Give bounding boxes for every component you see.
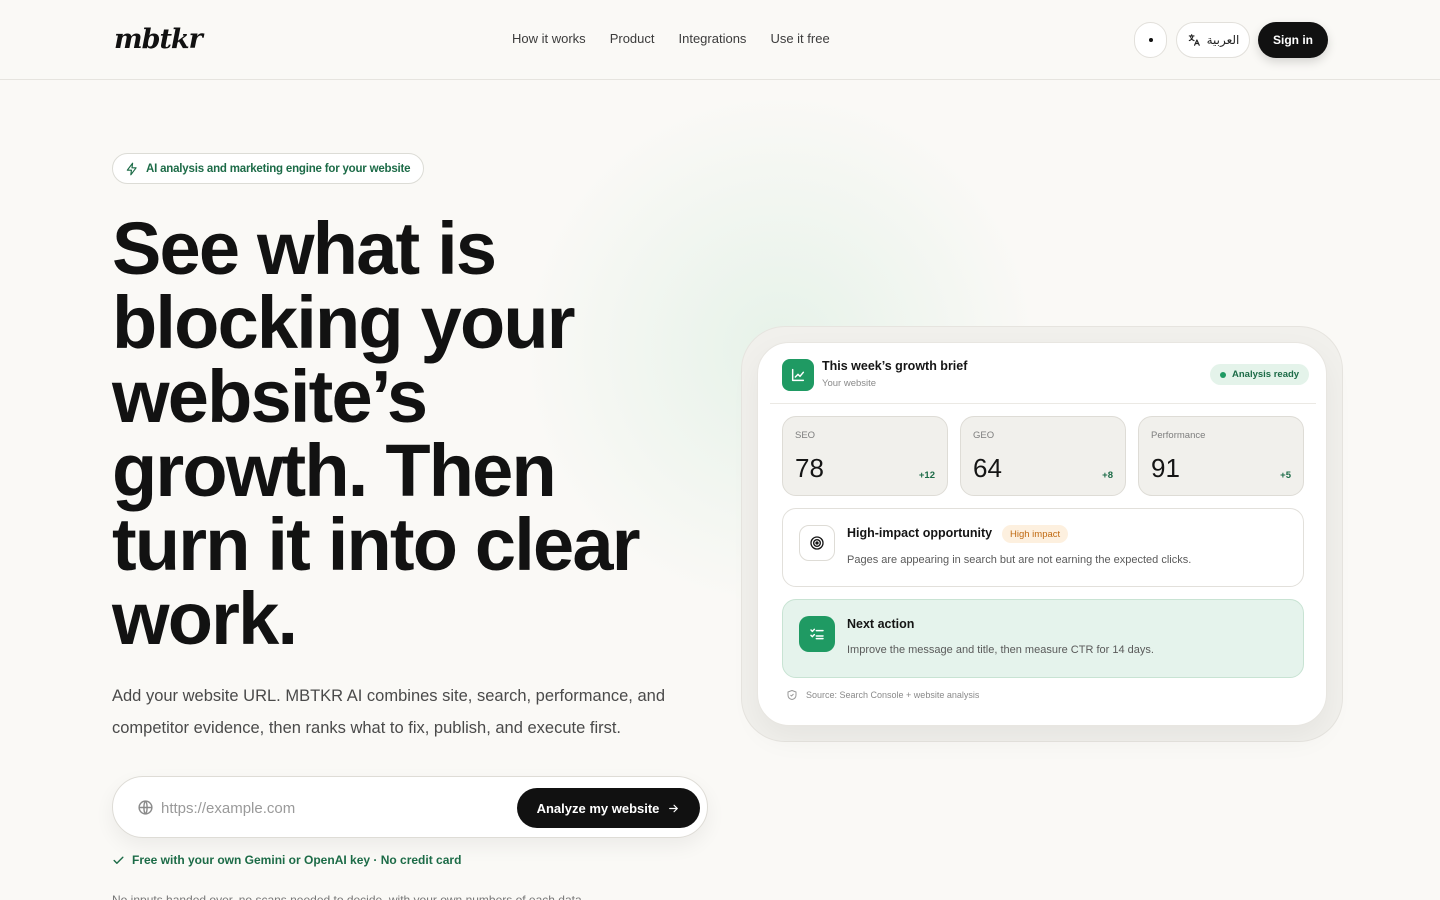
- opportunity-title: High-impact opportunity: [847, 526, 993, 540]
- nav-product[interactable]: Product: [610, 31, 655, 46]
- impact-badge: High impact: [1002, 525, 1069, 543]
- analyze-website-button[interactable]: Analyze my website: [517, 788, 700, 828]
- globe-icon: [138, 800, 153, 815]
- next-action-title: Next action: [847, 617, 915, 631]
- hero-footnote: No inputs handed over, no scans needed t…: [112, 893, 582, 900]
- bolt-icon: [126, 162, 137, 175]
- check-icon: [113, 856, 124, 864]
- free-note-text: Free with your own Gemini or OpenAI key …: [132, 853, 462, 867]
- site-header: mbtkr How it works Product Integrations …: [0, 0, 1440, 80]
- card-divider: [770, 403, 1316, 404]
- hero-headline: See what is blocking your website’s grow…: [112, 207, 641, 660]
- status-badge-label: Analysis ready: [1232, 369, 1300, 380]
- checklist-icon: [799, 616, 835, 652]
- opportunity-description: Pages are appearing in search but are no…: [847, 554, 1192, 566]
- metric-label: SEO: [795, 430, 816, 441]
- metric-seo: SEO 78 +12: [782, 416, 948, 496]
- shield-icon: [787, 690, 797, 700]
- card-title: This week’s growth brief: [822, 359, 968, 373]
- chart-icon: [782, 359, 814, 391]
- card-subtitle: Your website: [822, 378, 877, 389]
- url-form: Analyze my website: [112, 776, 708, 838]
- main-nav: How it works Product Integrations Use it…: [512, 31, 830, 46]
- theme-toggle-button[interactable]: [1134, 22, 1167, 58]
- status-badge: Analysis ready: [1210, 364, 1310, 385]
- status-dot-icon: [1220, 371, 1226, 378]
- hero-subtext: Add your website URL. MBTKR AI combines …: [112, 687, 665, 737]
- next-action-box: Next action Improve the message and titl…: [782, 599, 1304, 678]
- metric-delta: +8: [1102, 470, 1113, 481]
- nav-how-it-works[interactable]: How it works: [512, 31, 586, 46]
- source-note: Source: Search Console + website analysi…: [786, 689, 979, 701]
- target-icon: [799, 525, 835, 561]
- metric-geo: GEO 64 +8: [960, 416, 1126, 496]
- next-action-description: Improve the message and title, then meas…: [847, 644, 1154, 656]
- free-note: Free with your own Gemini or OpenAI key …: [112, 853, 461, 867]
- growth-brief-card: This week’s growth brief Your website An…: [757, 342, 1327, 726]
- metric-delta: +12: [918, 470, 935, 481]
- analyze-button-label: Analyze my website: [536, 800, 660, 816]
- arrow-right-icon: [669, 804, 679, 812]
- language-label: العربية: [1206, 33, 1240, 47]
- sign-in-button[interactable]: Sign in: [1258, 22, 1328, 58]
- metric-label: GEO: [973, 430, 995, 441]
- metric-value: 64: [973, 453, 1002, 483]
- metric-value: 78: [795, 453, 824, 483]
- dot-icon: [1148, 38, 1153, 42]
- metric-label: Performance: [1151, 430, 1206, 441]
- metric-performance: Performance 91 +5: [1138, 416, 1304, 496]
- nav-integrations[interactable]: Integrations: [679, 31, 747, 46]
- source-note-text: Source: Search Console + website analysi…: [806, 690, 980, 700]
- metric-value: 91: [1151, 453, 1180, 483]
- opportunity-box: High-impact opportunity High impact Page…: [782, 508, 1304, 587]
- hero-badge: AI analysis and marketing engine for you…: [112, 153, 425, 184]
- translate-icon: [1188, 34, 1200, 46]
- language-button[interactable]: العربية: [1176, 22, 1250, 58]
- nav-use-it-free[interactable]: Use it free: [770, 31, 829, 46]
- logo[interactable]: mbtkr: [114, 24, 203, 55]
- url-input[interactable]: [161, 791, 501, 825]
- hero-badge-label: AI analysis and marketing engine for you…: [146, 162, 411, 175]
- metric-delta: +5: [1280, 470, 1291, 481]
